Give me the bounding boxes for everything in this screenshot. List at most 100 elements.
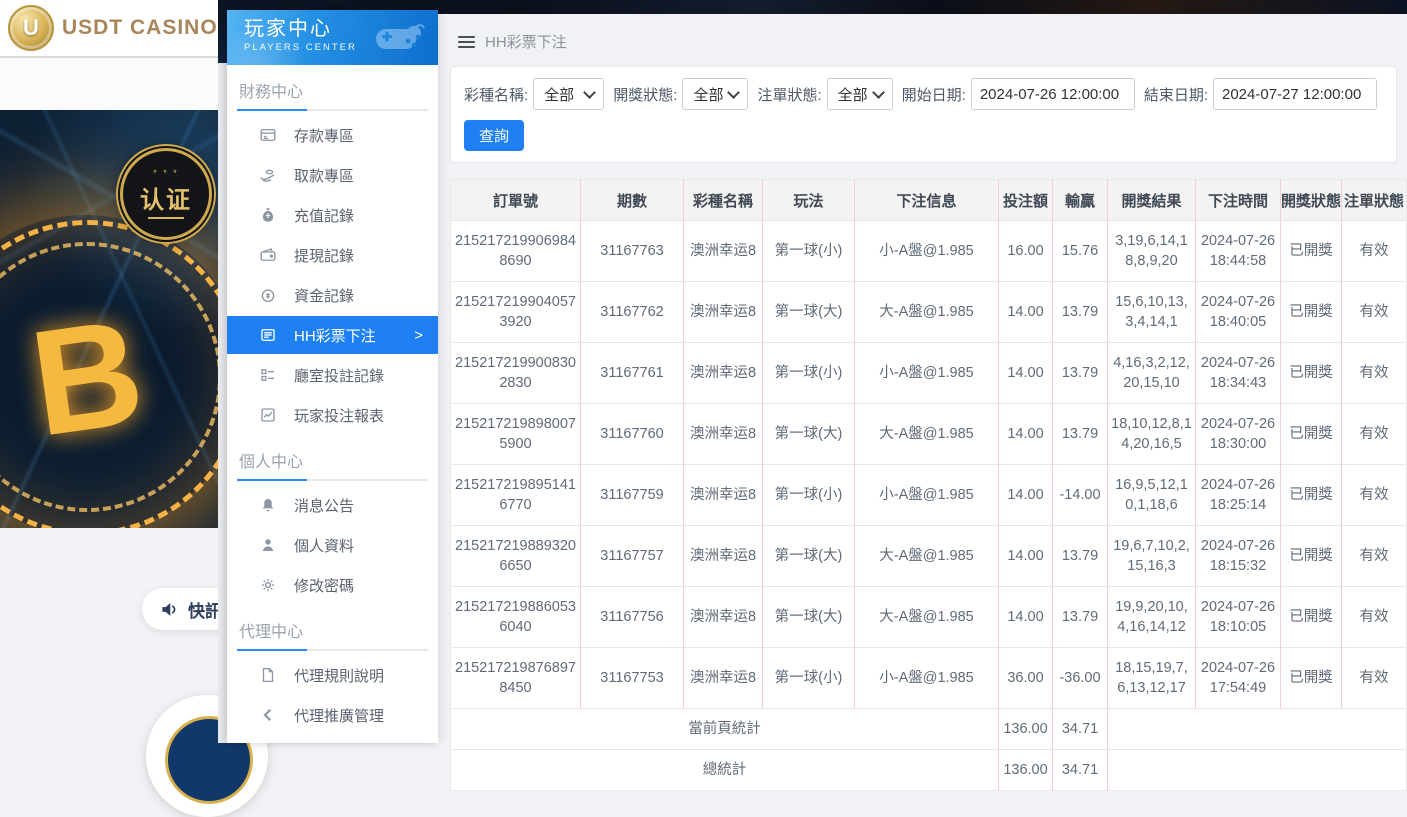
table-cell: 31167760 xyxy=(581,404,684,465)
table-cell: 14.00 xyxy=(999,343,1053,404)
table-cell: 31167756 xyxy=(581,587,684,648)
order-status-label: 注單狀態: xyxy=(757,84,821,105)
draw-status-select[interactable]: 全部 xyxy=(682,78,748,110)
hamburger-menu-icon[interactable] xyxy=(458,36,475,48)
bitcoin-symbol: B xyxy=(23,295,151,459)
section-divider xyxy=(237,649,428,651)
sidebar-item-label: 廳室投註記錄 xyxy=(294,365,384,386)
summary-winloss-total: 34.71 xyxy=(1053,709,1108,750)
list-icon xyxy=(259,366,277,384)
sidebar-item-profile[interactable]: 個人資料 xyxy=(227,525,438,565)
table-cell: 小-A盤@1.985 xyxy=(855,221,999,282)
column-header: 注單狀態 xyxy=(1342,180,1407,221)
table-cell: 大-A盤@1.985 xyxy=(855,587,999,648)
order-status-select[interactable]: 全部 xyxy=(827,78,893,110)
table-row: 215217219889320665031167757澳洲幸运8第一球(大)大-… xyxy=(451,526,1407,587)
sidebar-item-label: 代理規則說明 xyxy=(294,665,384,686)
moneybag-icon xyxy=(259,206,277,224)
sidebar-item-withdrawal-record[interactable]: 提現記錄 xyxy=(227,235,438,275)
sidebar-item-agent-rules[interactable]: 代理規則說明 xyxy=(227,655,438,695)
bitcoin-banner-image: B * * * 认证 xyxy=(0,110,218,528)
coin-purse-icon xyxy=(259,286,277,304)
usdt-coin-logo-icon: U xyxy=(8,5,54,51)
badge-stars: * * * xyxy=(153,169,179,178)
table-cell: 2152172199069848690 xyxy=(451,221,581,282)
table-cell: 3,19,6,14,18,8,9,20 xyxy=(1108,221,1196,282)
table-cell: 有效 xyxy=(1342,282,1407,343)
table-cell: 14.00 xyxy=(999,526,1053,587)
lottery-name-select[interactable]: 全部 xyxy=(533,78,604,110)
table-cell: 36.00 xyxy=(999,648,1053,709)
table-cell: 澳洲幸运8 xyxy=(684,648,763,709)
site-logo[interactable]: U USDT CASINO xyxy=(0,0,218,58)
table-cell: 已開獎 xyxy=(1281,343,1342,404)
table-cell: 19,9,20,10,4,16,14,12 xyxy=(1108,587,1196,648)
sidebar-item-funds-record[interactable]: 資金記錄 xyxy=(227,275,438,315)
table-cell: 31167753 xyxy=(581,648,684,709)
table-cell: 大-A盤@1.985 xyxy=(855,282,999,343)
start-date-label: 開始日期: xyxy=(902,84,966,105)
table-cell: 澳洲幸运8 xyxy=(684,343,763,404)
sidebar-item-player-bet-report[interactable]: 玩家投注報表 xyxy=(227,395,438,435)
summary-label: 總統計 xyxy=(451,750,999,791)
sidebar-item-hall-bet-record[interactable]: 廳室投註記錄 xyxy=(227,355,438,395)
table-cell: 2024-07-26 18:30:00 xyxy=(1196,404,1281,465)
table-cell: 13.79 xyxy=(1053,404,1108,465)
table-cell: 澳洲幸运8 xyxy=(684,282,763,343)
table-cell: 14.00 xyxy=(999,465,1053,526)
deposit-card-icon xyxy=(259,126,277,144)
search-button[interactable]: 查詢 xyxy=(464,120,524,151)
summary-empty xyxy=(1108,709,1407,750)
sidebar-item-recharge-record[interactable]: 充值記錄 xyxy=(227,195,438,235)
sidebar-item-announcements[interactable]: 消息公告 xyxy=(227,485,438,525)
section-divider xyxy=(237,109,428,111)
bets-table: 訂單號期數彩種名稱玩法下注信息投注額輸贏開獎結果下注時間開獎狀態注單狀態 215… xyxy=(450,179,1407,791)
sidebar-item-label: 個人資料 xyxy=(294,535,354,556)
sidebar-item-label: 提現記錄 xyxy=(294,245,354,266)
table-cell: 小-A盤@1.985 xyxy=(855,343,999,404)
page-title: HH彩票下注 xyxy=(485,31,567,52)
table-cell: 澳洲幸运8 xyxy=(684,404,763,465)
summary-bet-total: 136.00 xyxy=(999,750,1053,791)
summary-bet-total: 136.00 xyxy=(999,709,1053,750)
section-title-agent: 代理中心 xyxy=(227,605,438,649)
table-cell: 13.79 xyxy=(1053,526,1108,587)
sidebar-header: 玩家中心 PLAYERS CENTER xyxy=(227,10,438,65)
sidebar-item-change-password[interactable]: 修改密碼 xyxy=(227,565,438,605)
background-page-strip: U USDT CASINO B * * * 认证 快訊: xyxy=(0,0,218,743)
table-cell: 已開獎 xyxy=(1281,587,1342,648)
sidebar-item-withdraw[interactable]: 取款專區 xyxy=(227,155,438,195)
table-cell: 已開獎 xyxy=(1281,465,1342,526)
summary-row: 總統計136.0034.71 xyxy=(451,750,1407,791)
table-cell: 有效 xyxy=(1342,465,1407,526)
table-cell: 31167759 xyxy=(581,465,684,526)
column-header: 期數 xyxy=(581,180,684,221)
sidebar-item-hh-lottery-bets[interactable]: HH彩票下注 > xyxy=(227,316,438,354)
section-title-finance: 財務中心 xyxy=(227,65,438,109)
table-cell: -36.00 xyxy=(1053,648,1108,709)
sidebar-item-deposit[interactable]: 存款專區 xyxy=(227,115,438,155)
summary-row: 當前頁統計136.0034.71 xyxy=(451,709,1407,750)
column-header: 開獎結果 xyxy=(1108,180,1196,221)
end-date-input[interactable] xyxy=(1213,78,1377,110)
table-cell: 2024-07-26 18:10:05 xyxy=(1196,587,1281,648)
person-icon xyxy=(259,536,277,554)
table-cell: 大-A盤@1.985 xyxy=(855,404,999,465)
table-cell: 31167762 xyxy=(581,282,684,343)
table-cell: 2024-07-26 18:15:32 xyxy=(1196,526,1281,587)
table-cell: 第一球(小) xyxy=(763,648,855,709)
players-center-sidebar: 玩家中心 PLAYERS CENTER 財務中心 存款專區 取款專區 xyxy=(227,10,438,743)
table-cell: 2024-07-26 18:25:14 xyxy=(1196,465,1281,526)
table-cell: 小-A盤@1.985 xyxy=(855,648,999,709)
start-date-input[interactable] xyxy=(971,78,1135,110)
table-cell: 14.00 xyxy=(999,587,1053,648)
certification-badge: * * * 认证 xyxy=(120,148,212,240)
column-header: 訂單號 xyxy=(451,180,581,221)
section-divider xyxy=(237,479,428,481)
sidebar-item-agent-promotion[interactable]: 代理推廣管理 xyxy=(227,695,438,735)
gear-icon xyxy=(259,576,277,594)
column-header: 玩法 xyxy=(763,180,855,221)
table-cell: 2152172199008302830 xyxy=(451,343,581,404)
brand-name: USDT CASINO xyxy=(62,16,218,40)
column-header: 輸贏 xyxy=(1053,180,1108,221)
